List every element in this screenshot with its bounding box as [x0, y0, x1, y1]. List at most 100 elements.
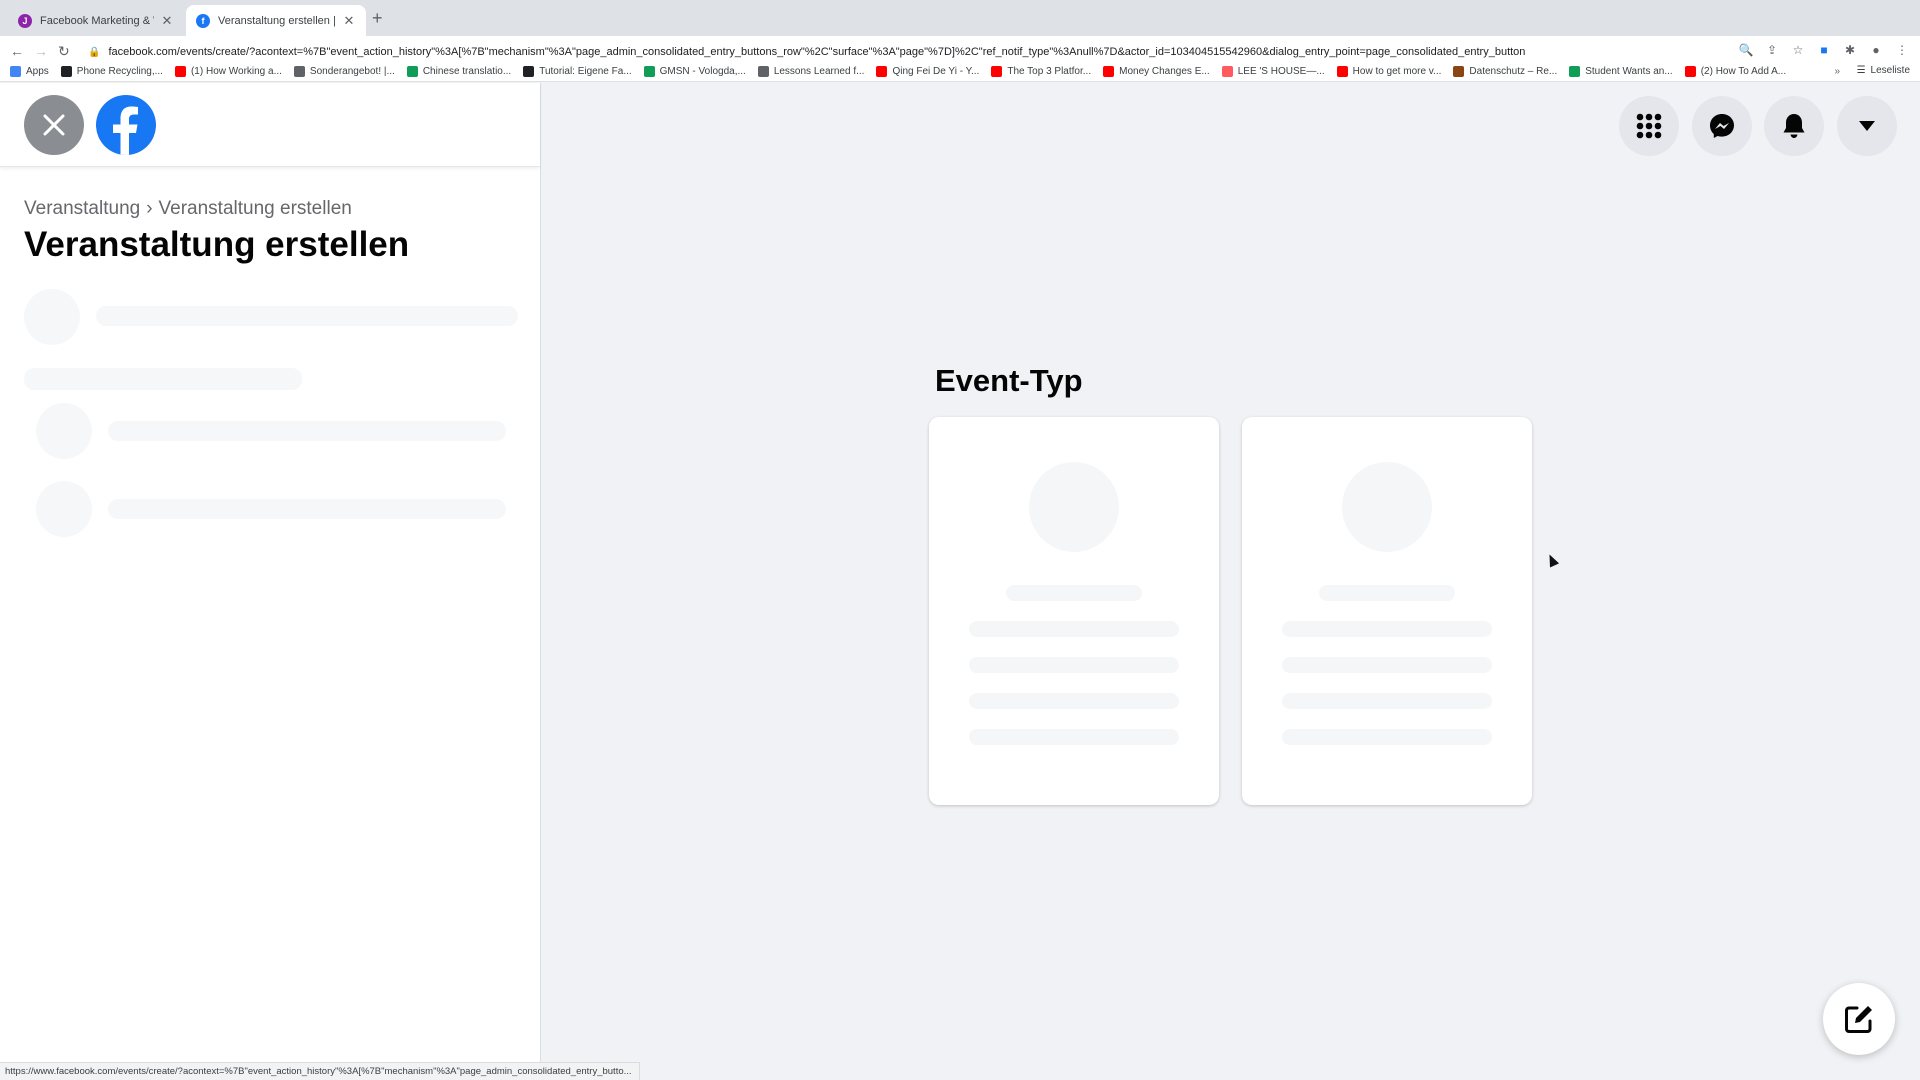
extensions-icon[interactable]: ✱ [1842, 43, 1858, 57]
bookmark-item[interactable]: (2) How To Add A... [1684, 66, 1787, 77]
bookmark-item[interactable]: Apps [10, 66, 49, 77]
close-tab-icon[interactable]: ✕ [160, 13, 174, 29]
apps-grid-icon [10, 66, 21, 77]
bookmark-item[interactable]: Student Wants an... [1569, 66, 1673, 77]
breadcrumb-link[interactable]: Veranstaltung [24, 198, 140, 220]
bookmark-label: Phone Recycling,... [76, 66, 163, 77]
bookmark-item[interactable]: Money Changes E... [1103, 66, 1210, 77]
bookmark-item[interactable]: (1) How Working a... [174, 66, 282, 77]
bookmark-label: How to get more v... [1352, 66, 1442, 77]
skeleton-line [969, 693, 1179, 709]
facebook-extension-icon[interactable]: ■ [1816, 43, 1832, 57]
bookmark-favicon-icon [876, 66, 888, 77]
skeleton-avatar [36, 481, 92, 537]
bookmark-label: Apps [26, 66, 49, 77]
bookmark-item[interactable]: Sonderangebot! |... [293, 66, 395, 77]
new-message-button[interactable] [1823, 983, 1895, 1055]
bookmark-label: Tutorial: Eigene Fa... [539, 66, 632, 77]
more-bookmarks-icon[interactable]: » [1834, 66, 1840, 77]
breadcrumb: Veranstaltung › Veranstaltung erstellen [24, 198, 352, 220]
skeleton-line [969, 657, 1179, 673]
bookmark-label: Student Wants an... [1585, 66, 1673, 77]
bookmark-item[interactable]: Phone Recycling,... [60, 66, 163, 77]
tab-favicon-icon: J [18, 13, 32, 28]
bookmark-label: Chinese translatio... [422, 66, 512, 77]
menu-grid-icon [1636, 113, 1662, 139]
skeleton-line [1282, 657, 1492, 673]
bookmark-label: (1) How Working a... [190, 66, 282, 77]
share-icon[interactable]: ⇪ [1764, 43, 1780, 57]
skeleton-line [108, 421, 506, 441]
bookmark-favicon-icon [406, 66, 418, 77]
tab-title: Veranstaltung erstellen | Faceb [218, 14, 336, 27]
bookmark-item[interactable]: How to get more v... [1336, 66, 1442, 77]
bookmark-item[interactable]: Qing Fei De Yi - Y... [876, 66, 979, 77]
browser-tabbar: J Facebook Marketing & Werbea ✕ f Verans… [0, 0, 1920, 36]
breadcrumb-current: Veranstaltung erstellen [158, 198, 352, 219]
bookmark-item[interactable]: GMSN - Vologda,... [643, 66, 746, 77]
messenger-icon [1710, 114, 1734, 138]
address-url: facebook.com/events/create/?acontext=%7B… [108, 46, 1526, 58]
event-type-card[interactable] [929, 417, 1219, 805]
caret-down-icon [1859, 121, 1875, 131]
bookmark-favicon-icon [991, 66, 1003, 77]
menu-button[interactable] [1619, 96, 1679, 156]
bookmark-item[interactable]: Lessons Learned f... [757, 66, 865, 77]
event-type-heading: Event-Typ [935, 363, 1083, 398]
tab-favicon-icon: f [196, 13, 210, 28]
close-tab-icon[interactable]: ✕ [342, 13, 356, 29]
bookmark-label: Qing Fei De Yi - Y... [892, 66, 980, 77]
close-button[interactable] [24, 95, 84, 155]
bookmark-label: Datenschutz – Re... [1469, 66, 1558, 77]
back-icon[interactable]: ← [10, 43, 24, 59]
bookmark-item[interactable]: The Top 3 Platfor... [991, 66, 1091, 77]
reading-list[interactable]: ☰ Leseliste [1857, 65, 1910, 76]
bookmark-item[interactable]: Chinese translatio... [406, 66, 512, 77]
skeleton-avatar [24, 289, 80, 345]
mouse-cursor-icon [1544, 552, 1560, 568]
close-icon [43, 114, 65, 136]
skeleton-avatar [1029, 462, 1119, 552]
zoom-icon[interactable]: 🔍 [1738, 43, 1754, 57]
reload-icon[interactable]: ↻ [58, 43, 70, 60]
panel-header [0, 83, 540, 167]
browser-menu-icon[interactable]: ⋮ [1894, 43, 1910, 57]
skeleton-line [969, 729, 1179, 745]
bookmark-label: Lessons Learned f... [773, 66, 865, 77]
toolbar-icons: 🔍 ⇪ ☆ ■ ✱ ● ⋮ [1738, 43, 1910, 57]
skeleton-line [108, 499, 506, 519]
bookmarks-bar: Apps Phone Recycling,... (1) How Working a… [0, 62, 1920, 82]
bookmark-label: LEE 'S HOUSE—... [1237, 66, 1325, 77]
skeleton-line [969, 621, 1179, 637]
notifications-button[interactable] [1764, 96, 1824, 156]
browser-tab-active[interactable]: f Veranstaltung erstellen | Faceb ✕ [186, 5, 366, 36]
bookmark-favicon-icon [60, 66, 72, 77]
bookmark-item[interactable]: LEE 'S HOUSE—... [1221, 66, 1325, 77]
browser-tab[interactable]: J Facebook Marketing & Werbea ✕ [8, 5, 184, 36]
bookmark-favicon-icon [1684, 66, 1696, 77]
skeleton-line [1282, 729, 1492, 745]
skeleton-avatar [36, 403, 92, 459]
facebook-logo-icon[interactable] [96, 95, 156, 155]
bookmark-item[interactable]: Datenschutz – Re... [1453, 66, 1557, 77]
account-button[interactable] [1837, 96, 1897, 156]
bookmark-item[interactable]: Tutorial: Eigene Fa... [523, 66, 632, 77]
event-type-card[interactable] [1242, 417, 1532, 805]
breadcrumb-separator: › [146, 198, 153, 219]
bookmark-label: Money Changes E... [1119, 66, 1210, 77]
messenger-button[interactable] [1692, 96, 1752, 156]
address-bar[interactable]: 🔒 facebook.com/events/create/?acontext=%… [88, 40, 1768, 64]
bookmark-favicon-icon [757, 66, 769, 77]
bookmark-label: The Top 3 Platfor... [1007, 66, 1092, 77]
bookmark-favicon-icon [523, 66, 535, 77]
profile-avatar-icon[interactable]: ● [1868, 43, 1884, 57]
forward-icon[interactable]: → [34, 43, 48, 59]
bookmark-star-icon[interactable]: ☆ [1790, 43, 1806, 57]
reading-list-icon: ☰ [1856, 65, 1866, 76]
reading-list-label: Leseliste [1870, 65, 1910, 76]
new-tab-icon[interactable]: + [372, 8, 383, 29]
bookmark-favicon-icon [1336, 66, 1348, 77]
bookmark-favicon-icon [293, 66, 305, 77]
bookmark-label: (2) How To Add A... [1700, 66, 1787, 77]
bookmark-favicon-icon [1103, 66, 1115, 77]
